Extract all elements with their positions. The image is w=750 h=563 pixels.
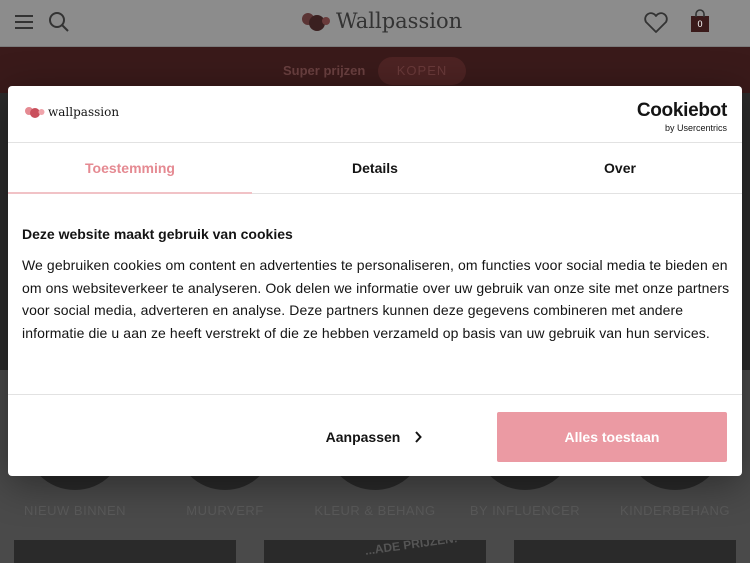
category-label: NIEUW BINNEN bbox=[23, 503, 127, 518]
shopping-bag-icon[interactable]: 0 bbox=[690, 9, 710, 38]
dialog-title: Deze website maakt gebruik van cookies bbox=[22, 226, 293, 242]
dialog-header: wallpassion Cookiebot by Usercentrics bbox=[8, 86, 742, 143]
cookiebot-sub: by Usercentrics bbox=[664, 123, 727, 133]
tab-consent[interactable]: Toestemming bbox=[8, 143, 252, 194]
chevron-right-icon bbox=[415, 431, 423, 443]
dialog-body-text: We gebruiken cookies om content en adver… bbox=[22, 257, 730, 341]
tab-about[interactable]: Over bbox=[498, 143, 742, 193]
heart-icon[interactable] bbox=[643, 11, 669, 35]
cart-count: 0 bbox=[697, 19, 703, 29]
logo-mark-icon bbox=[25, 107, 45, 118]
promo-buy-button[interactable]: KOPEN bbox=[378, 57, 466, 85]
logo-mark-icon bbox=[302, 13, 330, 31]
customize-button[interactable]: Aanpassen bbox=[260, 412, 488, 462]
site-logo-text: Wallpassion bbox=[336, 9, 463, 33]
consent-tabs: Toestemming Details Over bbox=[8, 143, 742, 194]
menu-icon[interactable] bbox=[15, 15, 33, 29]
cookie-consent-dialog: wallpassion Cookiebot by Usercentrics To… bbox=[8, 86, 742, 476]
dialog-logo: wallpassion bbox=[24, 104, 119, 120]
search-icon[interactable] bbox=[48, 11, 70, 33]
cookiebot-logo[interactable]: Cookiebot by Usercentrics bbox=[637, 100, 727, 133]
promo-tile[interactable]: ...ADE PRIJZEN! bbox=[264, 540, 486, 563]
category-label: KLEUR & BEHANG bbox=[314, 503, 436, 518]
dialog-logo-text: wallpassion bbox=[48, 105, 120, 119]
promo-tile[interactable] bbox=[14, 540, 236, 563]
category-label: BY INFLUENCER bbox=[469, 503, 581, 518]
category-label: MUURVERF bbox=[186, 503, 264, 518]
dialog-footer: Aanpassen Alles toestaan bbox=[8, 394, 742, 476]
allow-all-button[interactable]: Alles toestaan bbox=[497, 412, 727, 462]
promo-text: Super prijzen bbox=[283, 63, 366, 78]
site-logo[interactable]: Wallpassion bbox=[300, 9, 462, 33]
customize-button-label: Aanpassen bbox=[325, 429, 401, 445]
promo-tile[interactable] bbox=[514, 540, 736, 563]
site-header: Wallpassion 0 bbox=[0, 0, 750, 47]
promo-tile-label: ...ADE PRIJZEN! bbox=[364, 540, 459, 558]
tab-details[interactable]: Details bbox=[253, 143, 497, 193]
category-label: KINDERBEHANG bbox=[619, 503, 731, 518]
cookiebot-name: Cookiebot bbox=[636, 100, 727, 121]
